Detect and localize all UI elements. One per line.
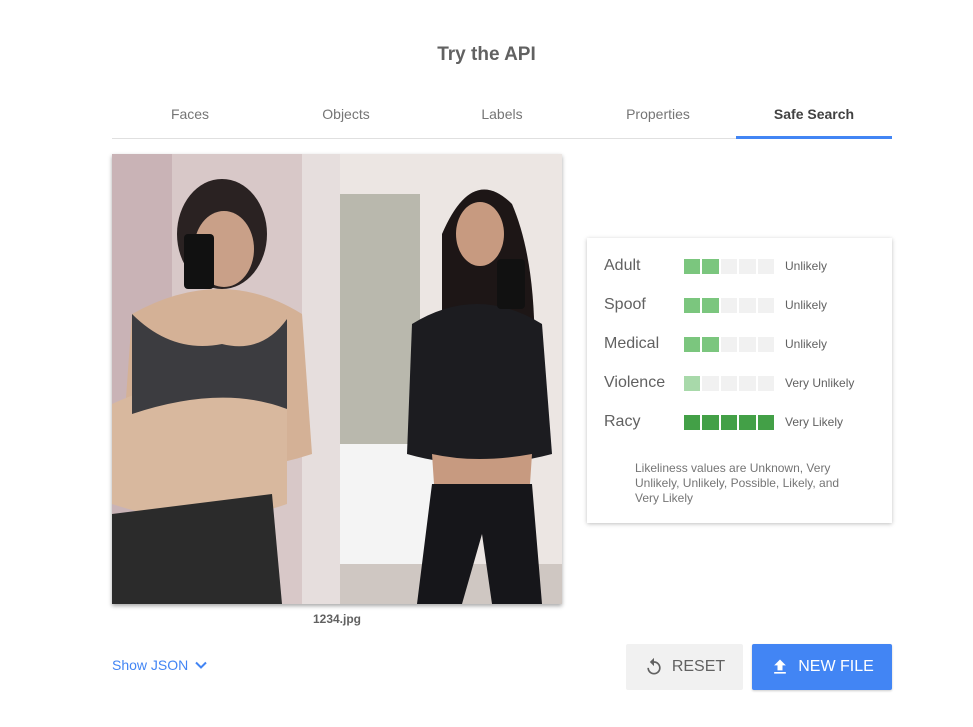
tab-bar: Faces Objects Labels Properties Safe Sea… bbox=[112, 96, 892, 139]
meter-segment bbox=[684, 298, 701, 313]
tab-safe-search[interactable]: Safe Search bbox=[736, 96, 892, 139]
page: Try the API Faces Objects Labels Propert… bbox=[0, 0, 973, 727]
new-file-button[interactable]: NEW FILE bbox=[752, 644, 892, 690]
reset-icon bbox=[647, 657, 661, 675]
meter-segment bbox=[757, 259, 775, 274]
row-label: Adult bbox=[604, 257, 641, 274]
tab-faces[interactable]: Faces bbox=[112, 96, 268, 138]
row-label: Medical bbox=[604, 335, 660, 352]
meter-segment bbox=[720, 298, 738, 313]
page-title: Try the API bbox=[437, 44, 536, 65]
meter-segment bbox=[757, 376, 775, 391]
safe-search-row-spoof: Spoof Unlikely bbox=[604, 295, 884, 315]
safe-search-row-medical: Medical Unlikely bbox=[604, 334, 884, 354]
meter-segment bbox=[684, 337, 701, 352]
meter-segment bbox=[702, 415, 719, 430]
likelihood-meter bbox=[684, 337, 775, 352]
uploaded-image bbox=[112, 154, 562, 604]
row-value: Unlikely bbox=[785, 337, 828, 351]
meter-segment bbox=[702, 259, 719, 274]
row-value: Unlikely bbox=[785, 298, 828, 312]
show-json-toggle[interactable]: Show JSON bbox=[112, 657, 208, 673]
meter-segment bbox=[684, 259, 701, 274]
upload-icon bbox=[774, 659, 787, 674]
meter-segment bbox=[720, 337, 738, 352]
meter-segment bbox=[739, 337, 756, 352]
meter-segment bbox=[720, 259, 738, 274]
likelihood-meter bbox=[684, 376, 775, 391]
meter-segment bbox=[739, 298, 756, 313]
meter-segment bbox=[702, 298, 719, 313]
chevron-down-icon bbox=[195, 661, 207, 669]
likelihood-meter bbox=[684, 415, 775, 430]
safe-search-row-violence: Violence Very Unlikely bbox=[604, 373, 884, 393]
meter-segment bbox=[739, 415, 756, 430]
likelihood-meter bbox=[684, 259, 775, 274]
meter-segment bbox=[720, 415, 738, 430]
row-value: Very Unlikely bbox=[785, 376, 855, 390]
meter-segment bbox=[702, 376, 719, 391]
image-filename: 1234.jpg bbox=[312, 612, 362, 626]
meter-segment bbox=[720, 376, 738, 391]
row-label: Violence bbox=[604, 374, 666, 391]
tab-labels[interactable]: Labels bbox=[424, 96, 580, 138]
tab-objects[interactable]: Objects bbox=[268, 96, 424, 138]
meter-segment bbox=[739, 376, 756, 391]
likeliness-note: Likeliness values are Unknown, Very Unli… bbox=[635, 461, 840, 505]
meter-segment bbox=[757, 298, 775, 313]
safe-search-row-racy: Racy Very Likely bbox=[604, 412, 884, 432]
tab-properties[interactable]: Properties bbox=[580, 96, 736, 138]
reset-button[interactable]: RESET bbox=[626, 644, 743, 690]
meter-segment bbox=[684, 415, 701, 430]
likelihood-meter bbox=[684, 298, 775, 313]
row-value: Unlikely bbox=[785, 259, 828, 273]
row-label: Spoof bbox=[604, 296, 646, 313]
reset-label: RESET bbox=[671, 658, 726, 675]
safe-search-card: Adult Unlikely Spoof Unlikely Medical Un… bbox=[587, 238, 892, 523]
meter-segment bbox=[702, 337, 719, 352]
meter-segment bbox=[684, 376, 701, 391]
row-label: Racy bbox=[604, 413, 641, 430]
meter-segment bbox=[757, 415, 775, 430]
uploaded-image-graphic bbox=[112, 154, 562, 604]
safe-search-row-adult: Adult Unlikely bbox=[604, 256, 884, 276]
meter-segment bbox=[739, 259, 756, 274]
show-json-label: Show JSON bbox=[112, 657, 189, 673]
new-file-label: NEW FILE bbox=[798, 658, 874, 675]
meter-segment bbox=[757, 337, 775, 352]
row-value: Very Likely bbox=[785, 415, 844, 429]
